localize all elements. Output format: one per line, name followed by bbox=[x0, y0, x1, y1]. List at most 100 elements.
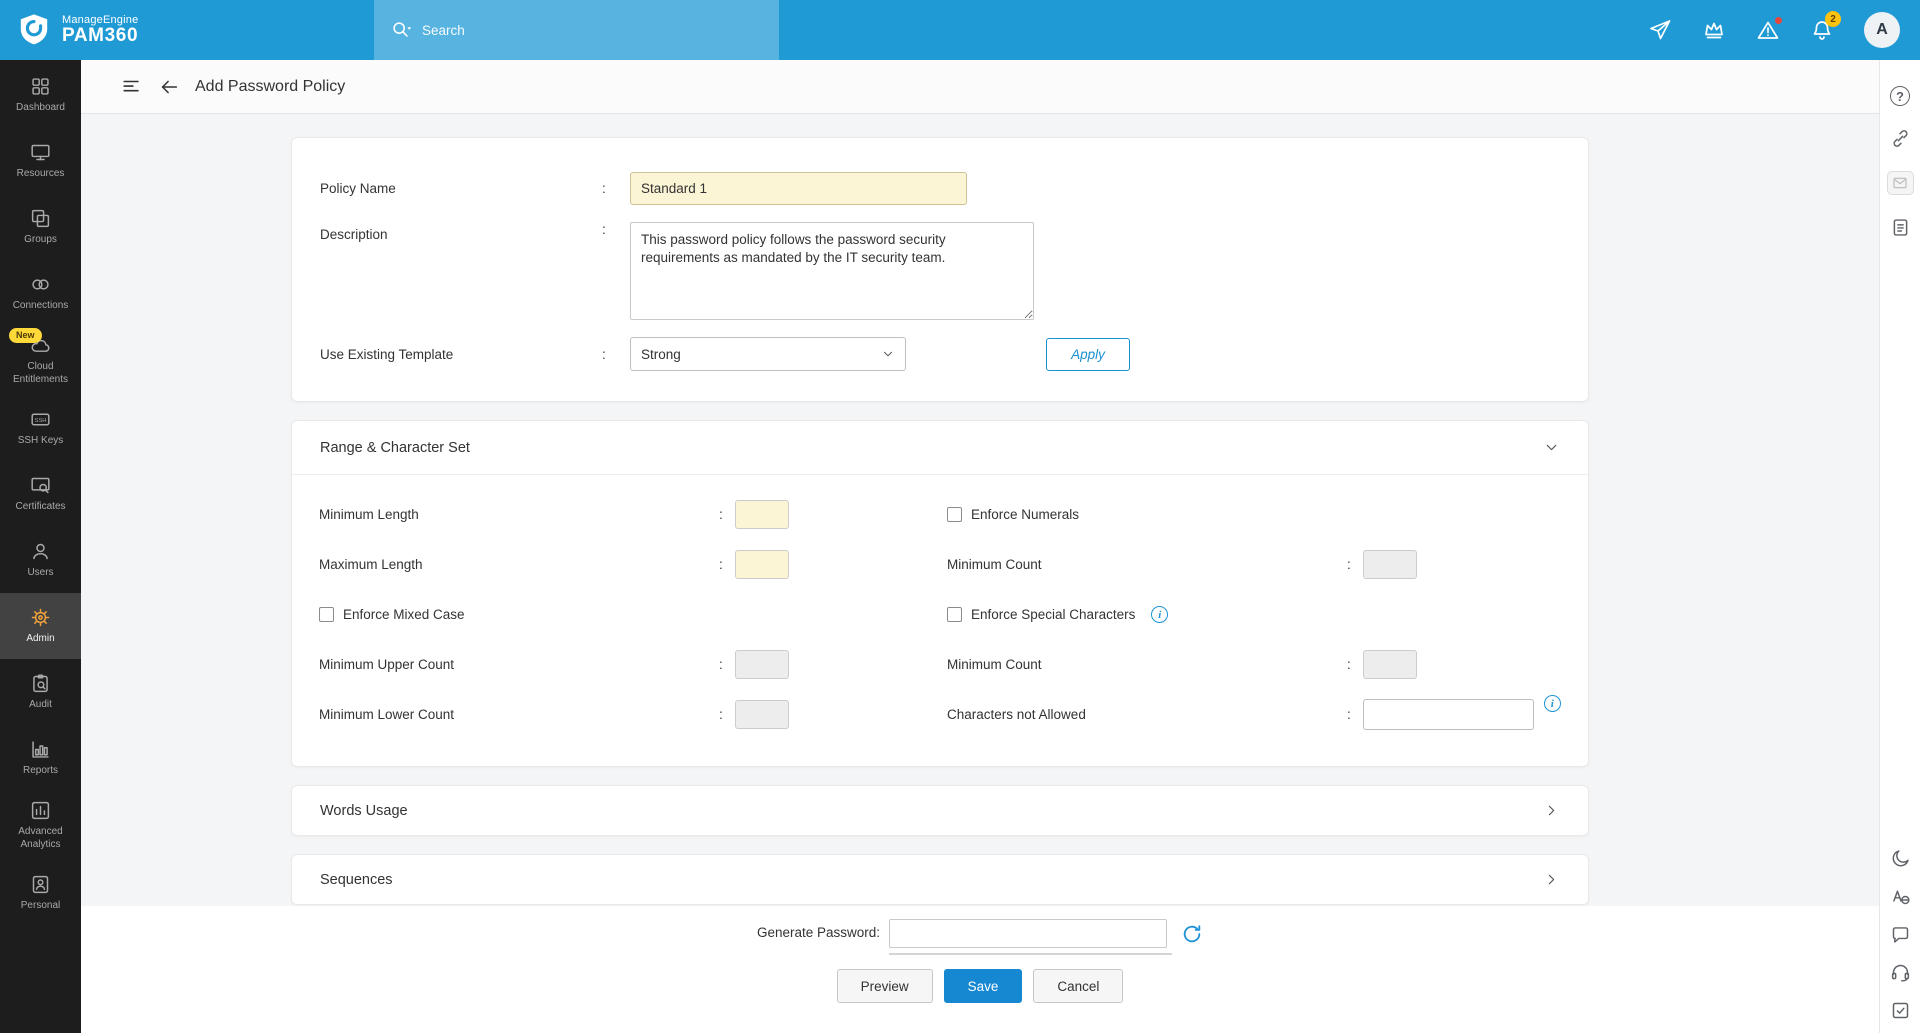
global-search bbox=[374, 0, 779, 60]
search-icon[interactable] bbox=[390, 19, 412, 41]
range-grid: Minimum Length : Enforce Numerals Maximu… bbox=[292, 475, 1588, 766]
user-avatar[interactable]: A bbox=[1864, 12, 1900, 48]
special-min-count-label: Minimum Count bbox=[947, 657, 1347, 672]
words-usage-section[interactable]: Words Usage bbox=[291, 785, 1589, 836]
enforce-numerals-label: Enforce Numerals bbox=[971, 507, 1079, 522]
page-title: Add Password Policy bbox=[195, 78, 345, 96]
min-upper-input[interactable] bbox=[735, 650, 789, 679]
sidebar-item-audit[interactable]: Audit bbox=[0, 659, 81, 725]
right-rail: ? bbox=[1879, 60, 1920, 1033]
main-area: Add Password Policy Policy Name : Descri… bbox=[81, 60, 1879, 1033]
sidebar: Dashboard Resources Groups Connections N… bbox=[0, 60, 81, 1033]
colon: : bbox=[719, 657, 723, 672]
sidebar-label: Dashboard bbox=[16, 102, 65, 115]
chat-icon[interactable] bbox=[1890, 924, 1911, 945]
notifications-bell-icon[interactable]: 2 bbox=[1810, 18, 1834, 42]
sidebar-item-advanced-analytics[interactable]: Advanced Analytics bbox=[0, 791, 81, 860]
enforce-mixed-case-checkbox[interactable] bbox=[319, 607, 334, 622]
colon: : bbox=[1347, 557, 1351, 572]
min-length-cell: Minimum Length : bbox=[319, 499, 947, 530]
numerals-min-count-input[interactable] bbox=[1363, 550, 1417, 579]
topbar: ManageEngine PAM360 2 bbox=[0, 0, 1920, 60]
apply-button[interactable]: Apply bbox=[1046, 338, 1130, 371]
chevron-down-icon bbox=[881, 347, 895, 361]
sidebar-item-personal[interactable]: Personal bbox=[0, 860, 81, 926]
sidebar-label: Cloud Entitlements bbox=[3, 361, 78, 386]
save-button[interactable]: Save bbox=[944, 969, 1023, 1003]
preview-button[interactable]: Preview bbox=[837, 969, 933, 1003]
sidebar-item-admin[interactable]: Admin bbox=[0, 593, 81, 659]
generate-password-input[interactable] bbox=[889, 919, 1167, 948]
sidebar-item-resources[interactable]: Resources bbox=[0, 128, 81, 194]
description-textarea[interactable]: This password policy follows the passwor… bbox=[630, 222, 1034, 320]
personal-icon bbox=[30, 874, 51, 895]
notification-count-badge: 2 bbox=[1825, 11, 1841, 27]
alerts-icon[interactable] bbox=[1756, 18, 1780, 42]
special-info-icon[interactable]: i bbox=[1151, 606, 1168, 623]
sequences-section[interactable]: Sequences bbox=[291, 854, 1589, 905]
description-row: Description : This password policy follo… bbox=[320, 222, 1560, 320]
enforce-special-checkbox[interactable] bbox=[947, 607, 962, 622]
generate-refresh-icon[interactable] bbox=[1181, 923, 1203, 945]
special-min-count-input[interactable] bbox=[1363, 650, 1417, 679]
cancel-button[interactable]: Cancel bbox=[1033, 969, 1123, 1003]
sidebar-item-connections[interactable]: Connections bbox=[0, 260, 81, 326]
menu-icon[interactable] bbox=[121, 76, 143, 98]
svg-text:SSH: SSH bbox=[35, 418, 47, 424]
sidebar-item-cloud-entitlements[interactable]: New Cloud Entitlements bbox=[0, 326, 81, 395]
sidebar-label: Groups bbox=[24, 234, 57, 247]
template-label: Use Existing Template bbox=[320, 347, 602, 362]
app-root: ManageEngine PAM360 2 bbox=[0, 0, 1920, 1033]
enforce-mixed-case-label: Enforce Mixed Case bbox=[343, 607, 465, 622]
resources-icon bbox=[30, 142, 51, 163]
colon: : bbox=[1347, 657, 1351, 672]
dark-mode-moon-icon[interactable] bbox=[1890, 848, 1911, 869]
chevron-right-icon bbox=[1543, 802, 1560, 819]
support-headset-icon[interactable] bbox=[1890, 962, 1911, 983]
min-lower-input[interactable] bbox=[735, 700, 789, 729]
policy-name-input[interactable] bbox=[630, 172, 967, 205]
min-length-label: Minimum Length bbox=[319, 507, 719, 522]
sidebar-item-certificates[interactable]: Certificates bbox=[0, 461, 81, 527]
users-icon bbox=[30, 541, 51, 562]
generate-password-row: Generate Password: bbox=[757, 919, 1203, 955]
notes-icon[interactable] bbox=[1890, 217, 1911, 238]
search-input[interactable] bbox=[422, 23, 763, 38]
range-section-header[interactable]: Range & Character Set bbox=[292, 421, 1588, 475]
content-area: Policy Name : Description : This passwor… bbox=[81, 114, 1879, 906]
chars-not-allowed-cell: Characters not Allowed : i bbox=[947, 699, 1561, 730]
sidebar-item-reports[interactable]: Reports bbox=[0, 725, 81, 791]
sidebar-item-ssh-keys[interactable]: SSH SSH Keys bbox=[0, 395, 81, 461]
mail-icon[interactable] bbox=[1887, 171, 1914, 195]
feedback-icon[interactable] bbox=[1890, 1000, 1911, 1021]
chars-not-allowed-info-icon[interactable]: i bbox=[1544, 695, 1561, 712]
sidebar-label: Reports bbox=[23, 765, 58, 778]
translate-icon[interactable] bbox=[1890, 886, 1911, 907]
sidebar-item-dashboard[interactable]: Dashboard bbox=[0, 62, 81, 128]
sidebar-item-groups[interactable]: Groups bbox=[0, 194, 81, 260]
min-lower-label: Minimum Lower Count bbox=[319, 707, 719, 722]
brand-logo[interactable]: ManageEngine PAM360 bbox=[0, 12, 374, 48]
max-length-input[interactable] bbox=[735, 550, 789, 579]
enforce-numerals-checkbox[interactable] bbox=[947, 507, 962, 522]
max-length-cell: Maximum Length : bbox=[319, 549, 947, 580]
sidebar-item-users[interactable]: Users bbox=[0, 527, 81, 593]
policy-name-row: Policy Name : bbox=[320, 172, 1560, 205]
help-icon[interactable]: ? bbox=[1890, 86, 1910, 106]
footer-buttons: Preview Save Cancel bbox=[837, 969, 1124, 1003]
analytics-icon bbox=[30, 800, 51, 821]
chars-not-allowed-input[interactable] bbox=[1363, 699, 1534, 730]
link-icon[interactable] bbox=[1890, 128, 1911, 149]
colon: : bbox=[602, 181, 618, 196]
numerals-min-count-cell: Minimum Count : bbox=[947, 549, 1561, 580]
groups-icon bbox=[30, 208, 51, 229]
min-length-input[interactable] bbox=[735, 500, 789, 529]
template-selected-value: Strong bbox=[641, 347, 681, 362]
back-arrow-icon[interactable] bbox=[158, 76, 180, 98]
brand-text: ManageEngine PAM360 bbox=[62, 14, 138, 47]
license-crown-icon[interactable] bbox=[1702, 18, 1726, 42]
template-select[interactable]: Strong bbox=[630, 337, 906, 371]
chevron-down-icon bbox=[1543, 439, 1560, 456]
share-icon[interactable] bbox=[1648, 18, 1672, 42]
words-usage-title: Words Usage bbox=[320, 803, 408, 819]
